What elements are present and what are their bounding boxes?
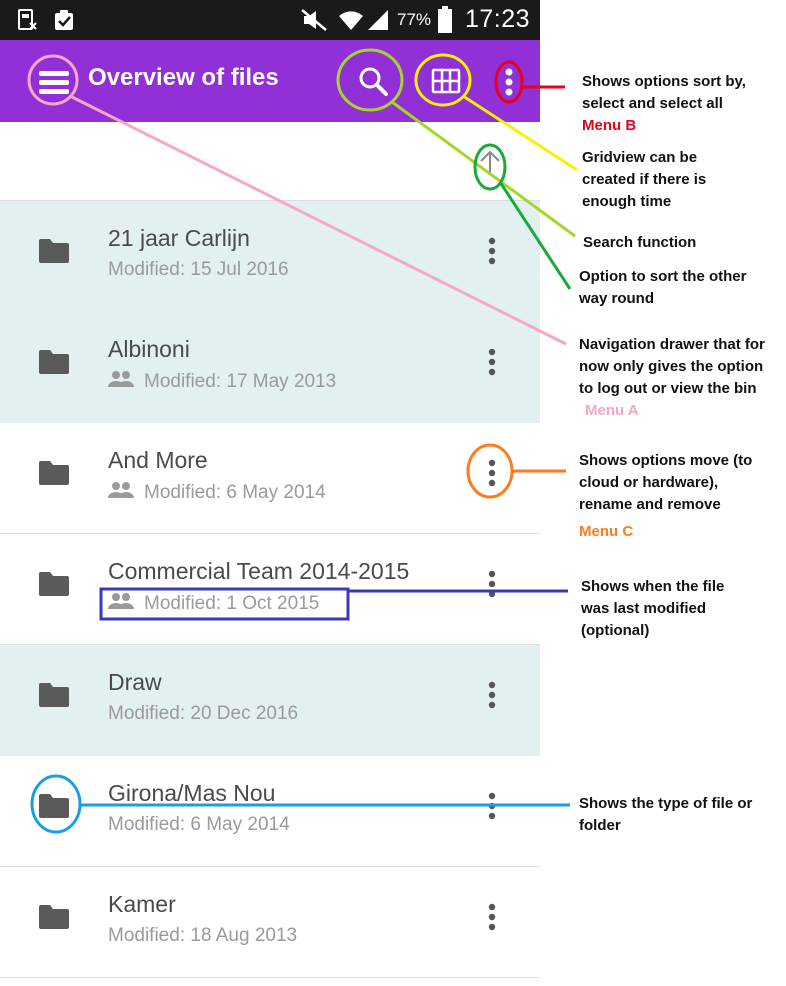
page-title: Overview of files [88,64,279,91]
annotation-menu-b: Shows options sort by, select and select… [582,71,777,137]
file-row[interactable]: 21 jaar Carlijn Modified: 15 Jul 2016 [0,201,540,312]
more-vert-icon [480,681,504,714]
shared-people-icon [108,481,134,505]
file-row[interactable]: Commercial Team 2014-2015 Modified: 1 Oct… [0,534,540,645]
annotation-menu-c: Shows options move (to cloud or hardware… [579,450,774,543]
more-vert-icon [480,237,504,270]
file-options-button[interactable] [480,347,504,377]
sim-card-icon [16,8,40,37]
modified-date: Modified: 18 Aug 2013 [108,925,298,946]
file-options-button[interactable] [480,902,504,932]
more-vert-icon [499,68,519,104]
folder-icon [38,904,70,935]
search-button[interactable] [356,64,390,98]
shared-people-icon [108,370,134,394]
folder-icon [38,349,70,380]
modified-date: Modified: 17 May 2013 [144,371,337,392]
sort-row [0,122,540,202]
annotation-type: Shows the type of file or folder [579,795,753,834]
clock: 17:23 [465,5,531,33]
search-icon [356,67,390,102]
file-name: 21 jaar Carlijn [108,225,250,251]
annotation-search: Search function [583,234,697,251]
sort-direction-button[interactable] [478,148,502,178]
divider [0,977,540,978]
folder-icon [38,238,70,269]
clipboard-check-icon [52,8,76,37]
signal-icon [366,8,392,37]
file-options-button[interactable] [480,569,504,599]
modified-date: Modified: 6 May 2014 [108,814,290,835]
file-modified: Modified: 18 Aug 2013 [108,925,297,947]
wifi-icon [338,8,364,37]
grid-view-icon [429,68,463,102]
grid-view-button[interactable] [429,64,463,98]
file-modified: Modified: 6 May 2014 [108,814,290,836]
file-row[interactable]: Girona/Mas Nou Modified: 6 May 2014 [0,756,540,867]
modified-date: Modified: 15 Jul 2016 [108,259,289,280]
arrow-up-icon [478,150,502,182]
annotation-drawer: Navigation drawer that for now only give… [579,336,765,419]
battery-percent: 77% [397,10,432,29]
file-name: Commercial Team 2014-2015 [108,558,410,584]
menu-c-label: Menu C [579,523,634,540]
file-name: Draw [108,669,162,695]
file-modified: Modified: 15 Jul 2016 [108,259,289,281]
more-vert-icon [480,459,504,492]
folder-icon [38,793,70,824]
modified-date: Modified: 6 May 2014 [144,482,326,503]
folder-icon [38,571,70,602]
file-options-button[interactable] [480,236,504,266]
file-options-button[interactable] [480,680,504,710]
folder-icon [38,682,70,713]
modified-date: Modified: 1 Oct 2015 [144,593,320,614]
file-row[interactable]: Kamer Modified: 18 Aug 2013 [0,867,540,978]
file-modified: Modified: 1 Oct 2015 [108,592,319,616]
status-bar: 77% 17:23 [0,0,540,40]
annotation-sort: Option to sort the other way round [579,268,747,307]
file-row[interactable]: Draw Modified: 20 Dec 2016 [0,645,540,756]
more-vert-icon [480,348,504,381]
file-name: Kamer [108,891,176,917]
mute-icon [300,8,330,37]
modified-date: Modified: 20 Dec 2016 [108,703,299,724]
more-vert-icon [480,570,504,603]
file-name: And More [108,447,208,473]
shared-people-icon [108,592,134,616]
menu-a-label: Menu A [585,402,639,419]
app-bar: Overview of files [0,40,540,122]
file-modified: Modified: 17 May 2013 [108,370,336,394]
file-modified: Modified: 20 Dec 2016 [108,703,298,725]
navigation-drawer-button[interactable] [36,64,72,100]
file-modified: Modified: 6 May 2014 [108,481,326,505]
file-row[interactable]: Albinoni Modified: 17 May 2013 [0,312,540,423]
more-vert-icon [480,792,504,825]
file-name: Girona/Mas Nou [108,780,276,806]
annotation-modified: Shows when the file was last modified (o… [581,578,725,639]
file-name: Albinoni [108,336,190,362]
menu-b-label: Menu B [582,117,637,134]
annotation-gridview: Gridview can be created if there is enou… [582,149,707,210]
more-options-button[interactable] [499,64,519,100]
battery-icon [437,6,453,39]
phone-screen: 77% 17:23 Overview of files 21 jaar Carl… [0,0,540,986]
file-options-button[interactable] [480,791,504,821]
menu-icon [36,71,72,104]
file-row[interactable]: And More Modified: 6 May 2014 [0,423,540,534]
more-vert-icon [480,903,504,936]
file-options-button[interactable] [480,458,504,488]
folder-icon [38,460,70,491]
